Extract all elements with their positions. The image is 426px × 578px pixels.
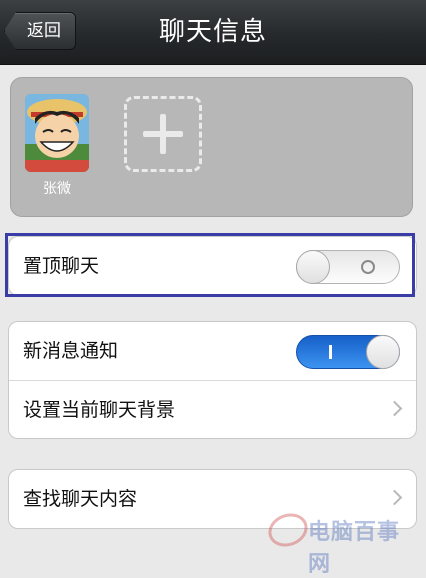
watermark-text: 电脑百事网 [308, 520, 401, 577]
chat-members-panel: 张微 [10, 77, 413, 217]
plus-icon-vertical [160, 114, 166, 154]
member-avatar[interactable] [25, 94, 89, 172]
chat-background-row[interactable]: 设置当前聊天背景 [9, 380, 416, 438]
highlight-box [5, 233, 415, 297]
toggle-on-indicator [329, 345, 332, 359]
notification-label: 新消息通知 [23, 340, 119, 362]
watermark-logo-icon [263, 508, 313, 552]
member-name: 张微 [43, 181, 71, 197]
avatar-image [25, 94, 89, 172]
page-title: 聊天信息 [158, 17, 267, 47]
chevron-right-icon [386, 489, 403, 506]
navigation-bar: 返回 聊天信息 [0, 0, 426, 65]
notification-toggle[interactable] [296, 335, 400, 369]
search-chat-label: 查找聊天内容 [23, 488, 138, 510]
notification-row: 新消息通知 [9, 322, 416, 380]
notification-group: 新消息通知 设置当前聊天背景 [8, 321, 417, 439]
chevron-right-icon [386, 400, 403, 417]
watermark: 电脑百事网 [263, 508, 418, 577]
add-member-button[interactable] [124, 96, 202, 172]
toggle-knob [366, 335, 400, 369]
chat-background-label: 设置当前聊天背景 [23, 399, 176, 421]
